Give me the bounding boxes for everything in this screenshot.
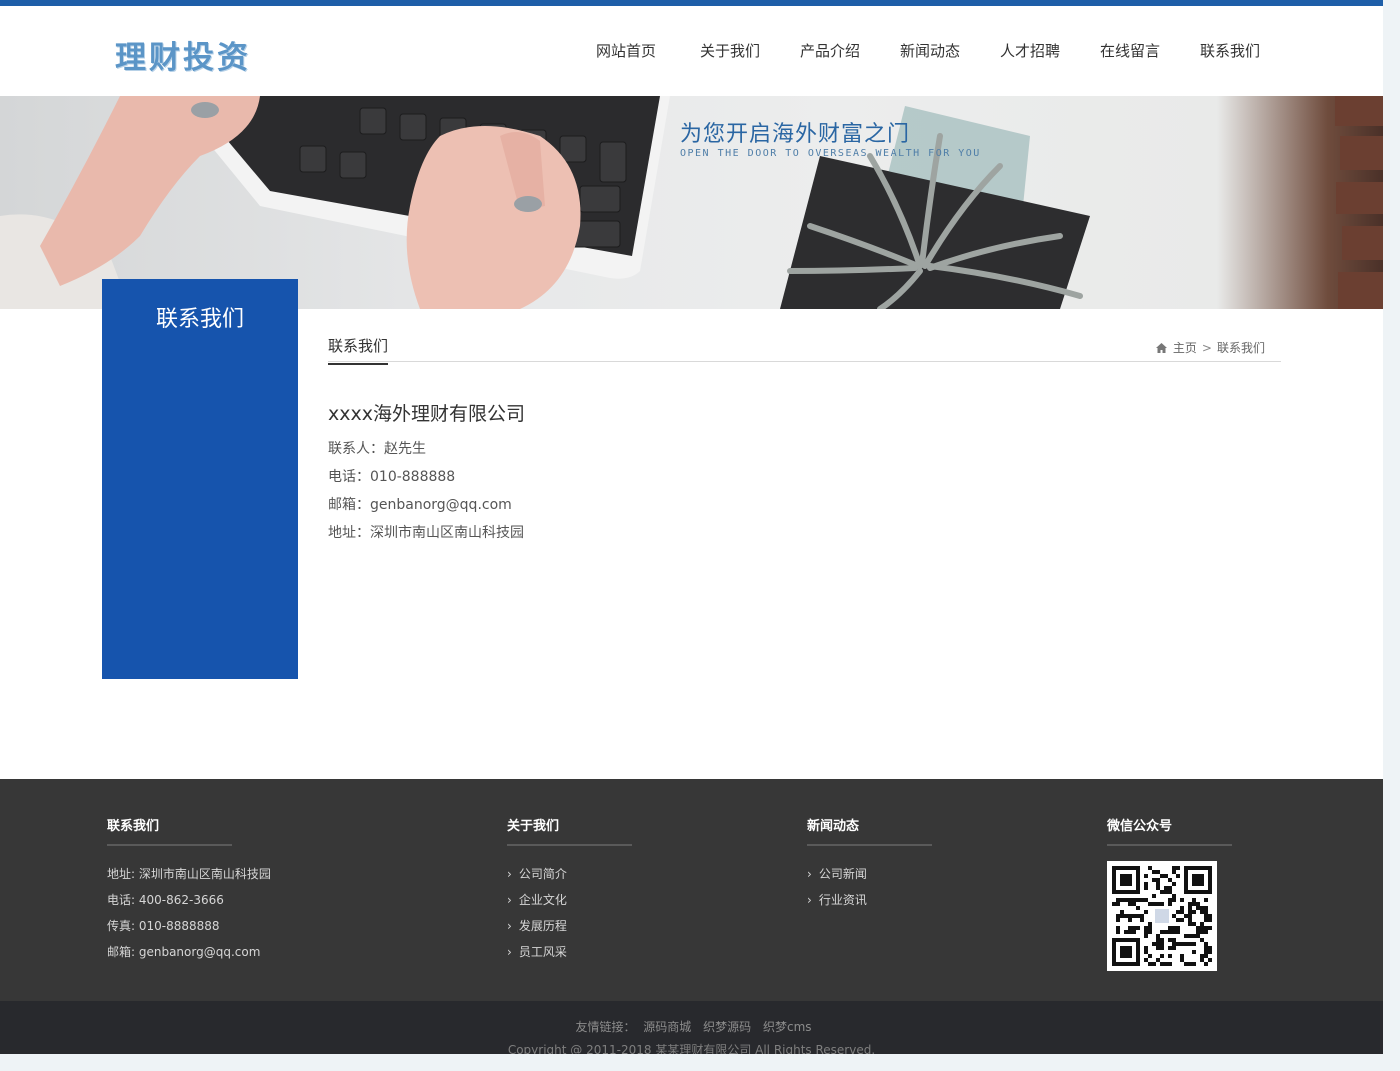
footer-wechat: 微信公众号 (1107, 815, 1232, 971)
contact-address: 地址：深圳市南山区南山科技园 (328, 525, 524, 541)
chevron-right-icon: › (507, 893, 512, 907)
home-icon (1155, 342, 1167, 356)
footer-news-title: 新闻动态 (807, 819, 860, 834)
footer-phone: 电话: 400-862-3666 (107, 893, 224, 907)
friend-links-label: 友情链接： (575, 1020, 636, 1034)
contact-email: 邮箱：genbanorg@qq.com (328, 497, 512, 513)
page-bottom-gap (0, 1054, 1383, 1071)
chevron-right-icon: › (507, 945, 512, 959)
nav-message[interactable]: 在线留言 (1100, 40, 1160, 61)
footer-link-history[interactable]: › 发展历程 (507, 917, 567, 934)
nav-contact[interactable]: 联系我们 (1200, 40, 1260, 61)
footer-bottom: 友情链接： 源码商城 织梦源码 织梦cms Copyright @ 2011-2… (0, 1001, 1383, 1057)
main-nav: 网站首页 关于我们 产品介绍 新闻动态 人才招聘 在线留言 联系我们 (0, 40, 1383, 64)
content-title: 联系我们 (328, 335, 389, 365)
footer-email: 邮箱: genbanorg@qq.com (107, 945, 261, 959)
sidebar: 联系我们 (102, 279, 298, 679)
breadcrumb-current[interactable]: 联系我们 (1217, 341, 1265, 355)
chevron-right-icon: › (807, 893, 812, 907)
footer: 联系我们 地址: 深圳市南山区南山科技园 电话: 400-862-3666 传真… (0, 779, 1383, 1001)
footer-news: 新闻动态 › 公司新闻 › 行业资讯 (807, 815, 932, 907)
nav-products[interactable]: 产品介绍 (800, 40, 860, 61)
friend-link-3[interactable]: 织梦cms (763, 1020, 812, 1034)
footer-link-culture[interactable]: › 企业文化 (507, 891, 567, 908)
footer-address: 地址: 深圳市南山区南山科技园 (107, 867, 271, 881)
sidebar-title: 联系我们 (155, 307, 244, 332)
footer-link-staff[interactable]: › 员工风采 (507, 943, 567, 960)
wechat-qr-code (1107, 861, 1217, 971)
company-name: xxxx海外理财有限公司 (328, 403, 525, 425)
footer-fax: 传真: 010-8888888 (107, 919, 220, 933)
banner: 为您开启海外财富之门 OPEN THE DOOR TO OVERSEAS WEA… (0, 96, 1383, 309)
divider (107, 844, 232, 846)
header: 理财投资 网站首页 关于我们 产品介绍 新闻动态 人才招聘 在线留言 联系我们 (0, 6, 1383, 96)
footer-link-company-news[interactable]: › 公司新闻 (807, 865, 867, 882)
banner-subtitle: OPEN THE DOOR TO OVERSEAS WEALTH FOR YOU (680, 148, 981, 159)
divider (807, 844, 932, 846)
nav-home[interactable]: 网站首页 (596, 40, 656, 61)
nav-jobs[interactable]: 人才招聘 (1000, 40, 1060, 61)
breadcrumb-separator: > (1201, 341, 1212, 355)
nav-news[interactable]: 新闻动态 (900, 40, 960, 61)
chevron-right-icon: › (507, 867, 512, 881)
nav-about[interactable]: 关于我们 (700, 40, 760, 61)
divider (507, 844, 632, 846)
friend-link-1[interactable]: 源码商城 (643, 1020, 691, 1034)
footer-wechat-title: 微信公众号 (1107, 819, 1173, 834)
page: 理财投资 网站首页 关于我们 产品介绍 新闻动态 人才招聘 在线留言 联系我们 (0, 0, 1383, 1071)
footer-about-title: 关于我们 (507, 819, 560, 834)
contact-person: 联系人：赵先生 (328, 441, 426, 457)
friend-link-2[interactable]: 织梦源码 (703, 1020, 751, 1034)
contact-phone: 电话：010-888888 (328, 469, 456, 485)
content-header: 联系我们 主页 > 联系我们 (328, 333, 1281, 365)
footer-link-intro[interactable]: › 公司简介 (507, 865, 567, 882)
footer-contact-title: 联系我们 (107, 819, 160, 834)
chevron-right-icon: › (507, 919, 512, 933)
friend-links: 友情链接： 源码商城 织梦源码 织梦cms (0, 1018, 1383, 1035)
footer-contact: 联系我们 地址: 深圳市南山区南山科技园 电话: 400-862-3666 传真… (107, 815, 271, 959)
breadcrumb-home[interactable]: 主页 (1173, 341, 1197, 355)
divider (1107, 844, 1232, 846)
chevron-right-icon: › (807, 867, 812, 881)
banner-title: 为您开启海外财富之门 (680, 122, 911, 147)
scrollbar-track[interactable] (1383, 0, 1400, 1071)
footer-link-industry-news[interactable]: › 行业资讯 (807, 891, 867, 908)
breadcrumb: 主页 > 联系我们 (1155, 339, 1265, 356)
footer-about: 关于我们 › 公司简介 › 企业文化 › 发展历程 › 员工风采 (507, 815, 632, 959)
